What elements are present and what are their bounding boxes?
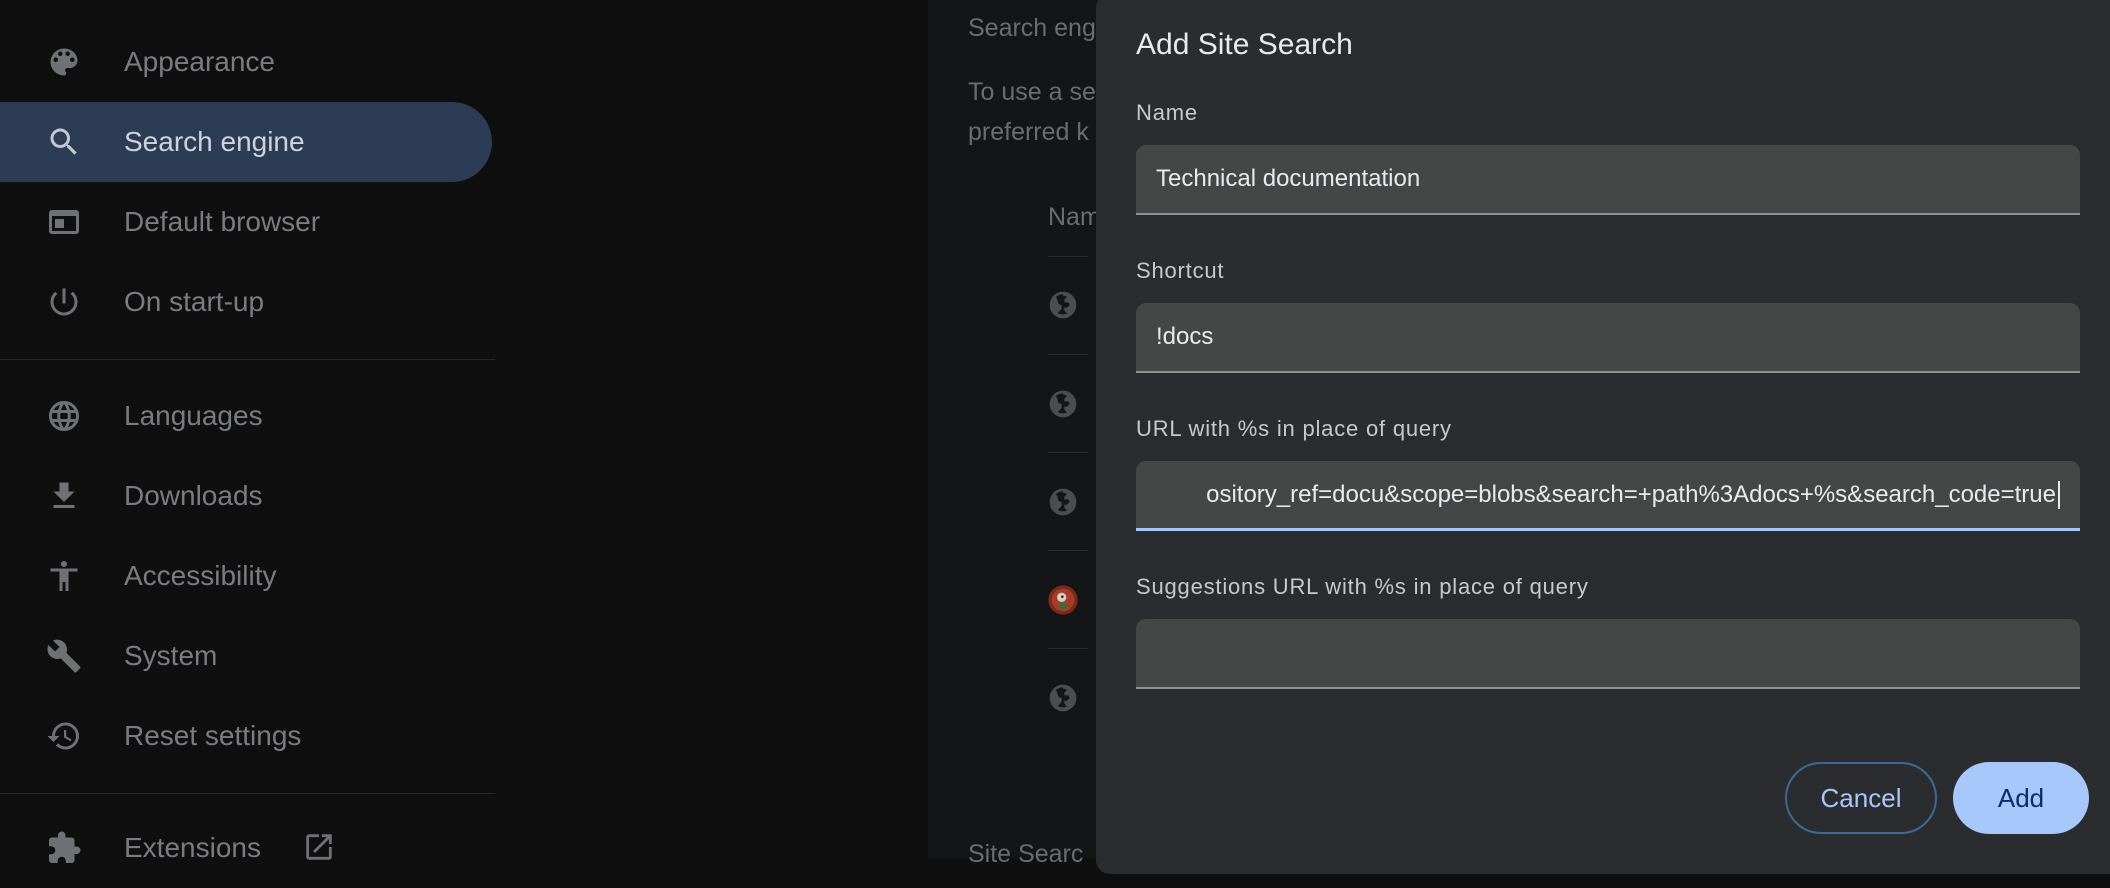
palette-icon xyxy=(46,44,82,80)
sidebar-divider xyxy=(0,359,495,360)
search-icon xyxy=(46,124,82,160)
sidebar-item-extensions[interactable]: Extensions xyxy=(0,808,492,888)
sidebar-item-appearance[interactable]: Appearance xyxy=(0,22,492,102)
globe-icon xyxy=(46,398,82,434)
duckduckgo-icon xyxy=(1047,584,1079,616)
browser-window-icon xyxy=(46,204,82,240)
sidebar-item-label: System xyxy=(124,640,218,671)
sidebar-item-default-browser[interactable]: Default browser xyxy=(0,182,492,262)
cancel-button-label: Cancel xyxy=(1820,782,1902,813)
dialog-title: Add Site Search xyxy=(1136,28,1353,61)
name-input[interactable] xyxy=(1136,145,2080,213)
sidebar-item-label: Accessibility xyxy=(124,560,277,591)
table-row-separator xyxy=(1048,354,1088,355)
url-field[interactable]: ository_ref=docu&scope=blobs&search=+pat… xyxy=(1136,461,2080,531)
wrench-icon xyxy=(46,638,82,674)
text-caret xyxy=(2058,480,2060,509)
sidebar-item-label: On start-up xyxy=(124,286,265,317)
name-field[interactable] xyxy=(1136,145,2080,215)
open-in-new-icon xyxy=(302,830,336,864)
add-button[interactable]: Add xyxy=(1953,762,2089,834)
sidebar-item-label: Default browser xyxy=(124,206,321,237)
url-input[interactable]: ository_ref=docu&scope=blobs&search=+pat… xyxy=(1206,461,2060,528)
puzzle-icon xyxy=(46,830,82,866)
sidebar-item-label: Reset settings xyxy=(124,720,302,751)
site-search-section-title: Site Searc xyxy=(968,840,1084,868)
sidebar-item-accessibility[interactable]: Accessibility xyxy=(0,536,492,616)
sidebar-item-label: Languages xyxy=(124,400,263,431)
sidebar-item-languages[interactable]: Languages xyxy=(0,376,492,456)
sidebar-item-search-engine[interactable]: Search engine xyxy=(0,102,492,182)
globe-icon xyxy=(1047,486,1079,518)
download-icon xyxy=(46,478,82,514)
table-row-separator xyxy=(1048,550,1088,551)
sidebar-item-label: Extensions xyxy=(124,832,261,863)
cancel-button[interactable]: Cancel xyxy=(1785,762,1937,834)
sidebar-item-label: Appearance xyxy=(124,46,276,77)
url-input-value: ository_ref=docu&scope=blobs&search=+pat… xyxy=(1206,480,2056,508)
globe-icon xyxy=(1047,388,1079,420)
add-button-label: Add xyxy=(1997,782,2045,813)
sidebar-item-downloads[interactable]: Downloads xyxy=(0,456,492,536)
shortcut-field[interactable] xyxy=(1136,303,2080,373)
shortcut-input[interactable] xyxy=(1136,303,2080,371)
suggestions-url-label: Suggestions URL with %s in place of quer… xyxy=(1136,574,1589,599)
section-description: To use a se xyxy=(968,78,1096,106)
suggestions-url-field[interactable] xyxy=(1136,619,2080,689)
shortcut-label: Shortcut xyxy=(1136,258,1225,283)
sidebar-item-label: Downloads xyxy=(124,480,263,511)
history-icon xyxy=(46,718,82,754)
section-description: preferred k xyxy=(968,118,1089,146)
suggestions-url-input[interactable] xyxy=(1136,619,2080,687)
settings-sidebar: Appearance Search engine Default browser… xyxy=(0,0,495,863)
table-row-separator xyxy=(1048,648,1088,649)
sidebar-item-label: Search engine xyxy=(124,126,305,157)
table-row-separator xyxy=(1048,256,1088,257)
url-label: URL with %s in place of query xyxy=(1136,416,1452,441)
sidebar-item-on-startup[interactable]: On start-up xyxy=(0,262,492,342)
globe-icon xyxy=(1047,289,1079,321)
name-label: Name xyxy=(1136,100,1198,125)
section-title: Search eng xyxy=(968,14,1096,42)
accessibility-icon xyxy=(46,558,82,594)
table-row-separator xyxy=(1048,452,1088,453)
sidebar-item-system[interactable]: System xyxy=(0,616,492,696)
sidebar-divider xyxy=(0,793,495,794)
globe-icon xyxy=(1047,682,1079,714)
power-icon xyxy=(46,284,82,320)
sidebar-item-reset-settings[interactable]: Reset settings xyxy=(0,696,492,776)
column-header-name: Nam xyxy=(1048,203,1101,231)
